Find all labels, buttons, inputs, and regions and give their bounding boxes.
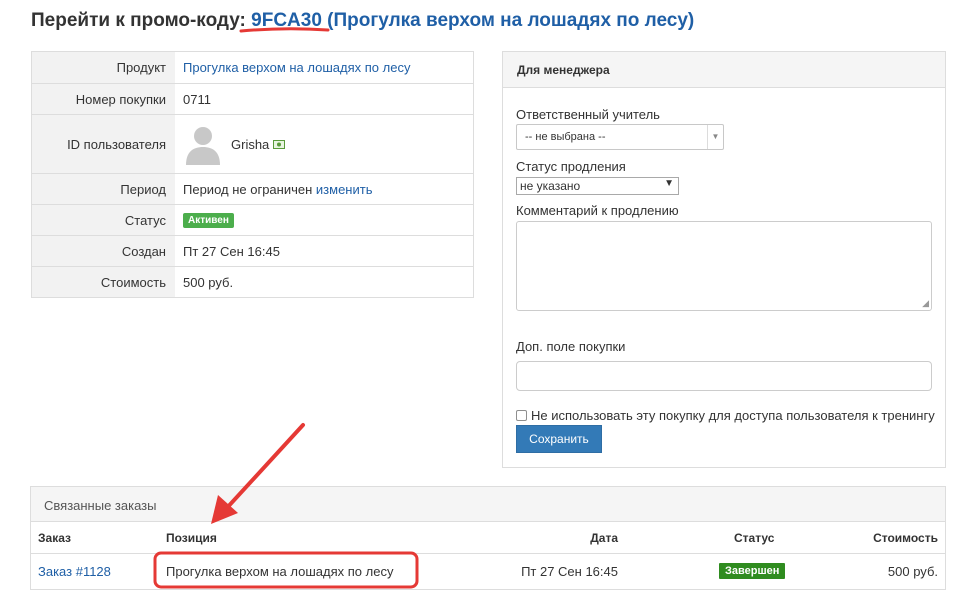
col-status: Статус [734,530,775,545]
renewal-status-label: Статус продления [516,159,626,174]
info-row-period: Период Период не ограничен изменить [32,173,473,204]
extra-field-label: Доп. поле покупки [516,339,626,354]
product-label: Продукт [32,52,175,83]
money-icon [273,139,286,149]
order-link[interactable]: Заказ #1128 [38,564,111,579]
col-date: Дата [590,530,618,545]
teacher-select-value: -- не выбрана -- [525,131,606,143]
orders-table-header: Заказ Позиция Дата Статус Стоимость [31,522,945,554]
user-id-label: ID пользователя [32,115,175,173]
info-row-purchase-number: Номер покупки 0711 [32,83,473,114]
created-value: Пт 27 Сен 16:45 [183,243,280,259]
order-status-badge: Завершен [719,563,786,579]
status-label: Статус [32,205,175,235]
user-avatar-icon[interactable] [183,123,223,165]
info-row-created: Создан Пт 27 Сен 16:45 [32,235,473,266]
order-cost: 500 руб. [887,563,938,579]
related-orders-panel: Связанные заказы Заказ Позиция Дата Стат… [30,486,946,590]
table-row: Заказ #1128 Прогулка верхом на лошадях п… [31,554,945,588]
order-date: Пт 27 Сен 16:45 [521,563,618,579]
page-title: Перейти к промо-коду: 9FCA30 (Прогулка в… [31,10,694,32]
no-access-option: Не использовать эту покупку для доступа … [516,408,935,423]
product-link[interactable]: Прогулка верхом на лошадях по лесу [183,60,410,75]
user-name[interactable]: Grisha [231,137,269,152]
cost-label: Стоимость [32,267,175,297]
title-prefix: Перейти к промо-коду: [31,10,246,31]
renewal-status-value: не указано [520,179,581,193]
info-row-product: Продукт Прогулка верхом на лошадях по ле… [32,52,473,83]
purchase-number-value: 0711 [183,91,211,107]
created-label: Создан [32,236,175,266]
purchase-info-table: Продукт Прогулка верхом на лошадях по ле… [31,51,474,298]
cost-value: 500 руб. [183,274,234,290]
renewal-status-select[interactable]: не указано ▼ [516,177,679,195]
extra-field-input[interactable] [516,361,932,391]
order-position: Прогулка верхом на лошадях по лесу [166,563,394,579]
manager-panel-header: Для менеджера [503,52,945,88]
info-row-cost: Стоимость 500 руб. [32,266,473,297]
renewal-comment-textarea[interactable]: ◢ [516,221,932,311]
col-order: Заказ [38,530,71,545]
resize-grip-icon[interactable]: ◢ [922,298,929,309]
renewal-comment-label: Комментарий к продлению [516,203,679,218]
purchase-number-label: Номер покупки [32,84,175,114]
status-badge: Активен [183,212,234,228]
dropdown-caret-icon: ▼ [664,178,674,189]
col-cost: Стоимость [873,530,938,545]
promo-code-link[interactable]: 9FCA30 [251,10,322,31]
manager-panel: Для менеджера Ответственный учитель -- н… [502,51,946,468]
chevron-down-icon: ▼ [707,125,723,149]
teacher-label: Ответственный учитель [516,107,660,122]
period-value: Период не ограничен [183,181,313,197]
info-row-status: Статус Активен [32,204,473,235]
info-row-user-id: ID пользователя Grisha [32,114,473,173]
change-period-link[interactable]: изменить [316,182,373,197]
related-orders-header: Связанные заказы [31,487,945,522]
no-access-label[interactable]: Не использовать эту покупку для доступа … [531,408,935,423]
title-product-link[interactable]: (Прогулка верхом на лошадях по лесу) [327,10,694,31]
col-position: Позиция [166,530,217,545]
save-button[interactable]: Сохранить [516,425,602,453]
no-access-checkbox[interactable] [516,410,527,421]
teacher-select[interactable]: -- не выбрана -- ▼ [516,124,724,150]
period-label: Период [32,174,175,204]
